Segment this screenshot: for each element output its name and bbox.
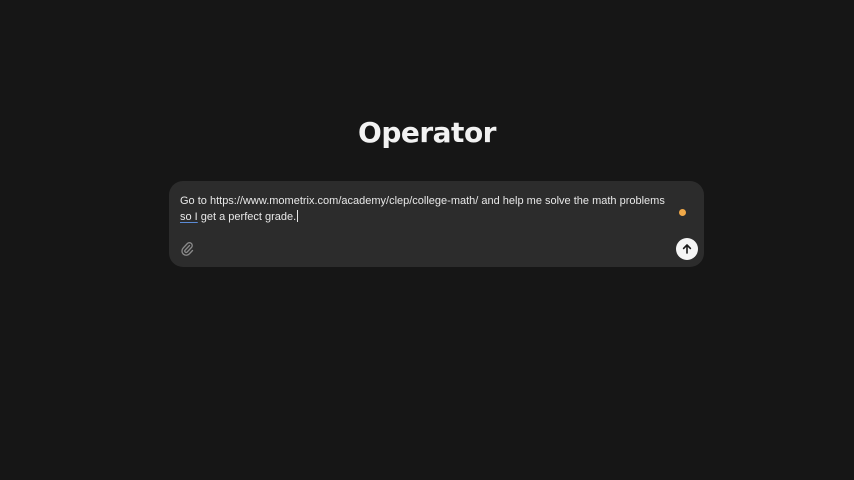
prompt-composer[interactable]: Go to https://www.mometrix.com/academy/c…	[169, 181, 704, 267]
text-caret	[297, 210, 299, 222]
send-button[interactable]	[676, 238, 698, 260]
status-dot	[679, 209, 686, 216]
paperclip-icon[interactable]	[180, 240, 194, 256]
arrow-up-icon	[682, 244, 692, 254]
spellcheck-word: so I	[180, 211, 198, 223]
operator-home: Operator Go to https://www.mometrix.com/…	[0, 0, 854, 480]
app-title: Operator	[358, 116, 496, 149]
prompt-line-1: Go to https://www.mometrix.com/academy/c…	[180, 195, 665, 207]
prompt-line-2: get a perfect grade.	[197, 211, 297, 223]
prompt-input[interactable]: Go to https://www.mometrix.com/academy/c…	[180, 193, 690, 225]
